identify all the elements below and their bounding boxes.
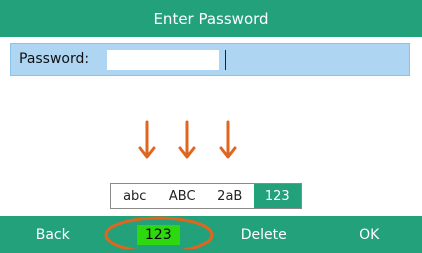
down-arrow-icon (178, 120, 196, 159)
delete-softkey[interactable]: Delete (211, 216, 317, 253)
page-title: Enter Password (153, 9, 269, 28)
input-mode-selector: abc ABC 2aB 123 (110, 183, 302, 209)
title-bar: Enter Password (0, 0, 422, 37)
password-entry-screen: Enter Password Password: abc ABC 2aB 123… (0, 0, 422, 253)
password-row[interactable]: Password: (10, 43, 410, 76)
input-mode-123[interactable]: 123 (253, 184, 301, 208)
input-mode-abc[interactable]: abc (111, 184, 159, 208)
down-arrow-icon (138, 120, 156, 159)
input-mode-ABC-upper[interactable]: ABC (159, 184, 207, 208)
softkey-bar: Back 123 Delete OK (0, 216, 422, 253)
ok-softkey[interactable]: OK (317, 216, 422, 253)
password-label: Password: (19, 51, 90, 67)
input-mode-softkey-label: 123 (136, 224, 180, 245)
input-mode-softkey[interactable]: 123 (106, 216, 212, 253)
input-mode-2aB[interactable]: 2aB (206, 184, 254, 208)
down-arrow-icon (219, 120, 237, 159)
text-cursor (225, 50, 226, 70)
password-input[interactable] (107, 50, 219, 70)
back-softkey[interactable]: Back (0, 216, 106, 253)
